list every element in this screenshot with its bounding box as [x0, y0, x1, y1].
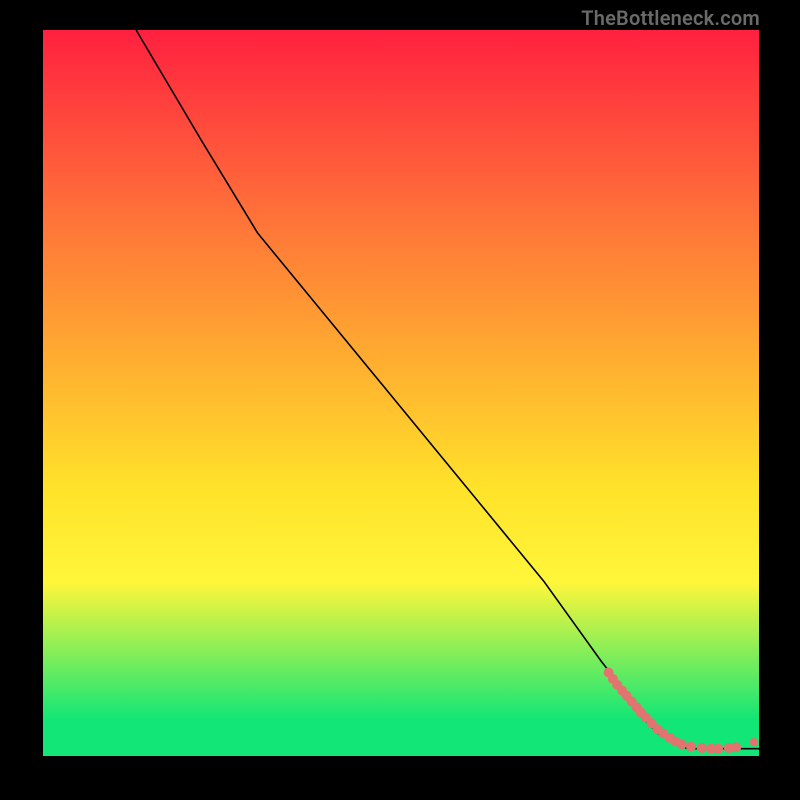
chart-root: TheBottleneck.com — [0, 0, 800, 800]
data-markers — [604, 668, 759, 754]
data-point — [677, 739, 687, 749]
data-point — [686, 742, 696, 752]
attribution-text: TheBottleneck.com — [581, 6, 760, 30]
bottleneck-curve — [136, 30, 759, 749]
data-point — [697, 743, 707, 753]
data-point — [750, 738, 758, 746]
plot-area — [43, 30, 759, 756]
data-point — [731, 742, 741, 752]
chart-overlay — [43, 30, 759, 756]
data-point — [713, 744, 723, 754]
